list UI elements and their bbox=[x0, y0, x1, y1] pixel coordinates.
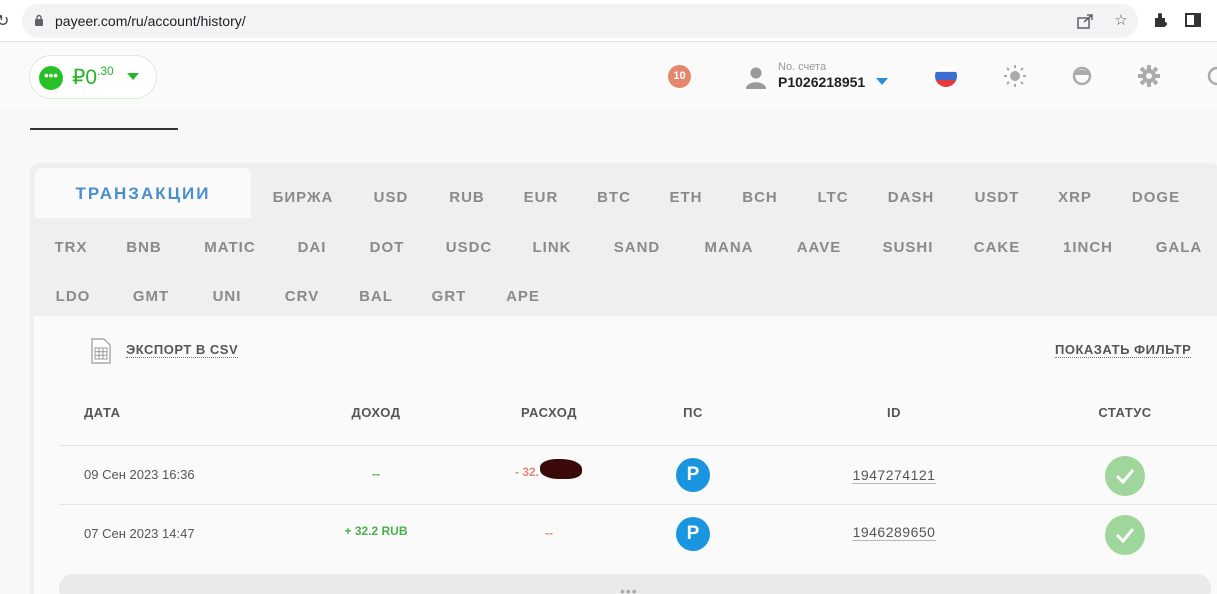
notifications-badge[interactable]: 10 bbox=[668, 65, 691, 88]
transaction-income: + 32.2 RUB bbox=[344, 524, 408, 538]
tab-bch[interactable]: BCH bbox=[742, 189, 778, 206]
column-header-income[interactable]: ДОХОД bbox=[352, 405, 401, 420]
export-csv-link[interactable]: ЭКСПОРТ В CSV bbox=[126, 342, 239, 358]
balance-amount: ₽0.30 bbox=[72, 64, 114, 89]
transaction-id[interactable]: 1946289650 bbox=[852, 524, 936, 541]
tab-usdc[interactable]: USDC bbox=[446, 239, 493, 256]
wallet-dots-icon: ••• bbox=[39, 66, 63, 90]
status-success-icon bbox=[1105, 456, 1145, 496]
column-header-ps: ПС bbox=[683, 405, 703, 420]
tab-btc[interactable]: BTC bbox=[597, 189, 631, 206]
transaction-expense: -- bbox=[545, 526, 553, 540]
payeer-ps-icon: P bbox=[676, 458, 710, 492]
transaction-income: -- bbox=[372, 467, 380, 481]
support-icon[interactable] bbox=[1070, 64, 1094, 88]
tab-matic[interactable]: MATIC bbox=[204, 239, 255, 256]
tab-birzha[interactable]: БИРЖА bbox=[273, 189, 334, 206]
load-more-button[interactable]: ••• bbox=[59, 574, 1211, 594]
table-row[interactable]: 07 Сен 2023 14:47 + 32.2 RUB -- P 194628… bbox=[59, 504, 1217, 563]
tab-aave[interactable]: AAVE bbox=[797, 239, 842, 256]
spreadsheet-icon[interactable] bbox=[91, 338, 111, 364]
tab-dot[interactable]: DOT bbox=[370, 239, 405, 256]
tab-mana[interactable]: MANA bbox=[705, 239, 754, 256]
theme-sun-icon[interactable] bbox=[1003, 64, 1027, 88]
settings-gear-icon[interactable] bbox=[1137, 64, 1161, 88]
column-header-date[interactable]: ДАТА bbox=[84, 405, 121, 420]
tab-cake[interactable]: CAKE bbox=[974, 239, 1021, 256]
tab-gala[interactable]: GALA bbox=[1156, 239, 1203, 256]
table-row[interactable]: 09 Сен 2023 16:36 -- - 32. P 1947274121 bbox=[59, 445, 1217, 504]
url-text: payeer.com/ru/account/history/ bbox=[55, 13, 246, 29]
transaction-expense: - 32. bbox=[515, 459, 582, 479]
more-dots-icon: ••• bbox=[620, 583, 638, 594]
tab-1inch[interactable]: 1INCH bbox=[1063, 239, 1113, 256]
tab-doge[interactable]: DOGE bbox=[1132, 189, 1180, 206]
tab-bnb[interactable]: BNB bbox=[126, 239, 162, 256]
transaction-date: 07 Сен 2023 14:47 bbox=[84, 526, 195, 541]
user-icon bbox=[746, 67, 766, 89]
tab-rub[interactable]: RUB bbox=[449, 189, 485, 206]
tab-dai[interactable]: DAI bbox=[298, 239, 327, 256]
tab-transactions[interactable]: ТРАНЗАКЦИИ bbox=[35, 168, 251, 218]
status-success-icon bbox=[1105, 515, 1145, 555]
logout-icon[interactable] bbox=[1205, 64, 1217, 88]
column-header-id[interactable]: ID bbox=[887, 405, 901, 420]
browser-toolbar: ↻ payeer.com/ru/account/history/ ☆ bbox=[0, 0, 1217, 42]
lock-icon bbox=[35, 14, 43, 26]
payeer-ps-icon: P bbox=[676, 517, 710, 551]
column-header-expense[interactable]: РАСХОД bbox=[521, 405, 577, 420]
tab-crv[interactable]: CRV bbox=[285, 288, 319, 305]
star-icon[interactable]: ☆ bbox=[1112, 12, 1130, 30]
column-header-status: СТАТУС bbox=[1098, 405, 1152, 420]
tab-ltc[interactable]: LTC bbox=[817, 189, 848, 206]
account-number[interactable]: P1026218951 bbox=[778, 74, 865, 90]
redaction-mark bbox=[540, 459, 582, 479]
reload-icon[interactable]: ↻ bbox=[0, 11, 9, 31]
section-underline bbox=[30, 128, 178, 130]
tab-ape[interactable]: APE bbox=[506, 288, 540, 305]
tab-usdt[interactable]: USDT bbox=[975, 189, 1020, 206]
show-filter-link[interactable]: ПОКАЗАТЬ ФИЛЬТР bbox=[1055, 342, 1192, 358]
transactions-panel: ЭКСПОРТ В CSV ПОКАЗАТЬ ФИЛЬТР ДАТА ДОХОД… bbox=[34, 316, 1217, 594]
balance-selector[interactable]: ••• ₽0.30 bbox=[29, 55, 157, 99]
side-panel-icon[interactable] bbox=[1184, 11, 1202, 29]
app-header: ••• ₽0.30 10 No. счета P1026218951 bbox=[0, 43, 1217, 111]
tab-eur[interactable]: EUR bbox=[524, 189, 559, 206]
tab-sushi[interactable]: SUSHI bbox=[883, 239, 934, 256]
tab-usd[interactable]: USD bbox=[374, 189, 409, 206]
account-dropdown-icon[interactable] bbox=[876, 78, 888, 85]
language-flag-icon[interactable] bbox=[935, 65, 957, 87]
chevron-down-icon bbox=[127, 73, 139, 80]
tab-link[interactable]: LINK bbox=[533, 239, 572, 256]
extensions-icon[interactable] bbox=[1152, 11, 1170, 29]
tab-grt[interactable]: GRT bbox=[432, 288, 467, 305]
transaction-date: 09 Сен 2023 16:36 bbox=[84, 467, 195, 482]
share-icon[interactable] bbox=[1076, 12, 1094, 30]
tab-xrp[interactable]: XRP bbox=[1058, 189, 1092, 206]
account-label: No. счета bbox=[778, 61, 827, 73]
transaction-id[interactable]: 1947274121 bbox=[852, 467, 936, 484]
address-bar[interactable]: payeer.com/ru/account/history/ ☆ bbox=[22, 4, 1138, 38]
tab-bal[interactable]: BAL bbox=[359, 288, 393, 305]
tab-uni[interactable]: UNI bbox=[213, 288, 242, 305]
tab-sand[interactable]: SAND bbox=[614, 239, 661, 256]
tab-trx[interactable]: TRX bbox=[55, 239, 88, 256]
tab-gmt[interactable]: GMT bbox=[133, 288, 169, 305]
tab-dash[interactable]: DASH bbox=[888, 189, 935, 206]
tab-eth[interactable]: ETH bbox=[670, 189, 703, 206]
tab-ldo[interactable]: LDO bbox=[56, 288, 91, 305]
